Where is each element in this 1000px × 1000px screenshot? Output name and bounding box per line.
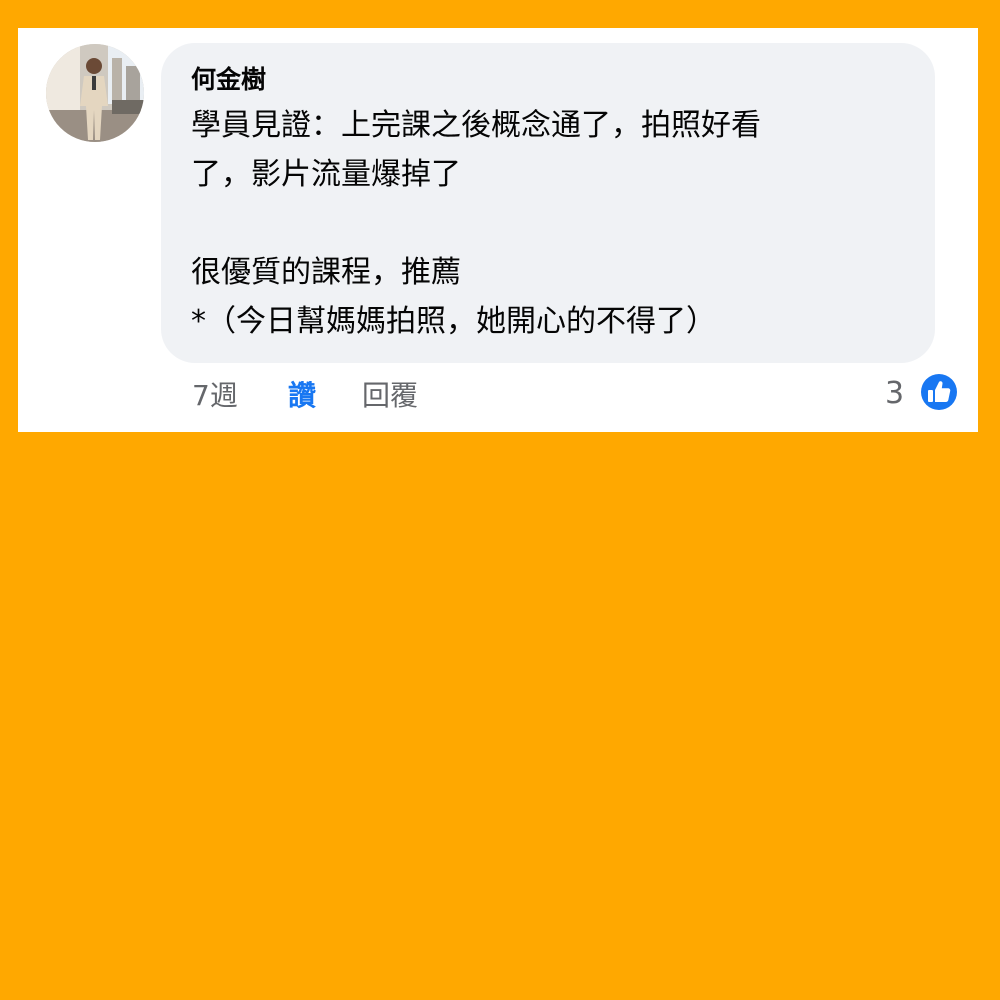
reply-button[interactable]: 回覆 [362,378,418,414]
reaction-count[interactable]: 3 [885,374,904,414]
comment-author[interactable]: 何金樹 [191,63,266,97]
comment-line: 學員見證：上完課之後概念通了，拍照好看 [191,108,761,143]
comment-body: 學員見證：上完課之後概念通了，拍照好看 了，影片流量爆掉了 很優質的課程，推薦 … [191,101,921,346]
comment-timestamp[interactable]: 7週 [192,378,238,414]
comment-bubble: 何金樹 學員見證：上完課之後概念通了，拍照好看 了，影片流量爆掉了 很優質的課程… [161,43,935,363]
thumbs-up-icon[interactable] [918,371,960,413]
comment-line: 很優質的課程，推薦 [191,255,461,290]
comment-card: 何金樹 學員見證：上完課之後概念通了，拍照好看 了，影片流量爆掉了 很優質的課程… [18,28,978,432]
avatar[interactable] [46,44,144,142]
comment-line: 了，影片流量爆掉了 [191,157,461,192]
like-button[interactable]: 讚 [288,378,316,414]
comment-line: *（今日幫媽媽拍照，她開心的不得了） [191,304,716,339]
comment-line [191,199,921,248]
avatar-photo [46,44,144,142]
